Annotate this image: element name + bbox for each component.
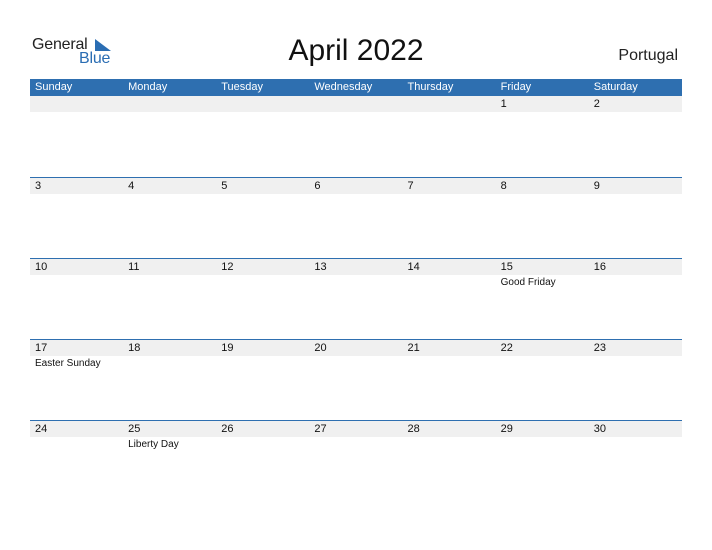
holiday-label: Liberty Day	[128, 439, 179, 450]
holiday-label	[309, 275, 402, 290]
date-strip: 17 18 19 20 21 22 23	[30, 340, 682, 356]
events-row: Liberty Day	[30, 437, 682, 452]
week-row: 24 25 26 27 28 29 30 Liberty Day	[30, 420, 682, 502]
holiday-label	[403, 275, 496, 290]
day-number: 9	[593, 180, 600, 192]
calendar-grid: Sunday Monday Tuesday Wednesday Thursday…	[30, 79, 682, 450]
day-number: 18	[128, 342, 141, 354]
day-number: 30	[593, 423, 606, 435]
day-number: 1	[500, 98, 507, 110]
holiday-label	[30, 112, 123, 113]
day-number: 10	[35, 261, 48, 273]
holiday-label	[123, 356, 216, 371]
day-number	[216, 96, 309, 112]
holiday-label	[496, 356, 589, 371]
week-row: 3 4 5 6 7 8 9	[30, 177, 682, 259]
weekday-header: Sunday Monday Tuesday Wednesday Thursday…	[30, 79, 682, 96]
holiday-label	[403, 437, 496, 452]
day-number: 16	[593, 261, 606, 273]
holiday-label	[403, 112, 496, 113]
week-row: 17 18 19 20 21 22 23 Easter Sunday	[30, 339, 682, 421]
holiday-label	[216, 437, 309, 452]
day-number: 15	[500, 261, 513, 273]
holiday-label	[589, 194, 682, 195]
day-number: 19	[221, 342, 234, 354]
holiday-label	[496, 194, 589, 195]
holiday-label	[589, 356, 682, 371]
holiday-label: Easter Sunday	[35, 358, 101, 369]
holiday-label	[123, 275, 216, 290]
holiday-label	[123, 112, 216, 113]
day-number: 4	[128, 180, 135, 192]
holiday-label	[30, 275, 123, 290]
day-number: 21	[407, 342, 420, 354]
weekday-tuesday: Tuesday	[221, 81, 264, 93]
day-number: 23	[593, 342, 606, 354]
day-number: 20	[314, 342, 327, 354]
holiday-label	[309, 194, 402, 195]
week-row: 10 11 12 13 14 15 16 Good Friday	[30, 258, 682, 340]
holiday-label	[309, 112, 402, 113]
weekday-sunday: Sunday	[35, 81, 73, 93]
day-number: 29	[500, 423, 513, 435]
day-number: 12	[221, 261, 234, 273]
day-number: 6	[314, 180, 321, 192]
day-number: 17	[35, 342, 48, 354]
day-number: 3	[35, 180, 42, 192]
weekday-friday: Friday	[500, 81, 532, 93]
holiday-label	[403, 356, 496, 371]
events-row	[30, 112, 682, 113]
day-number: 28	[407, 423, 420, 435]
date-strip: 3 4 5 6 7 8 9	[30, 178, 682, 194]
country-label: Portugal	[618, 47, 678, 64]
holiday-label	[589, 275, 682, 290]
events-row: Good Friday	[30, 275, 682, 290]
date-strip: 24 25 26 27 28 29 30	[30, 421, 682, 437]
holiday-label	[589, 437, 682, 452]
day-number: 11	[128, 261, 140, 273]
week-row: 12	[30, 96, 682, 177]
day-number: 26	[221, 423, 234, 435]
day-number: 14	[407, 261, 420, 273]
holiday-label	[309, 437, 402, 452]
holiday-label	[30, 194, 123, 195]
day-number	[309, 96, 402, 112]
weekday-thursday: Thursday	[407, 81, 454, 93]
holiday-label	[216, 112, 309, 113]
holiday-label	[216, 275, 309, 290]
day-number: 22	[500, 342, 513, 354]
holiday-label	[216, 194, 309, 195]
events-row: Easter Sunday	[30, 356, 682, 371]
date-strip: 10 11 12 13 14 15 16	[30, 259, 682, 275]
date-strip: 12	[30, 96, 682, 112]
day-number	[30, 96, 123, 112]
day-number: 27	[314, 423, 327, 435]
weekday-saturday: Saturday	[593, 81, 638, 93]
day-number: 7	[407, 180, 414, 192]
day-number: 25	[128, 423, 141, 435]
day-number: 13	[314, 261, 327, 273]
holiday-label	[216, 356, 309, 371]
day-number: 2	[593, 98, 600, 110]
events-row	[30, 194, 682, 195]
holiday-label	[496, 437, 589, 452]
weekday-wednesday: Wednesday	[314, 81, 373, 93]
day-number: 24	[35, 423, 48, 435]
day-number: 8	[500, 180, 507, 192]
holiday-label	[309, 356, 402, 371]
holiday-label	[403, 194, 496, 195]
calendar-title: April 2022	[288, 34, 424, 67]
holiday-label	[30, 437, 123, 452]
weekday-monday: Monday	[128, 81, 168, 93]
holiday-label	[123, 194, 216, 195]
day-number: 5	[221, 180, 228, 192]
holiday-label	[589, 112, 682, 113]
holiday-label: Good Friday	[500, 277, 556, 288]
day-number	[123, 96, 216, 112]
holiday-label	[496, 112, 589, 113]
day-number	[403, 96, 496, 112]
